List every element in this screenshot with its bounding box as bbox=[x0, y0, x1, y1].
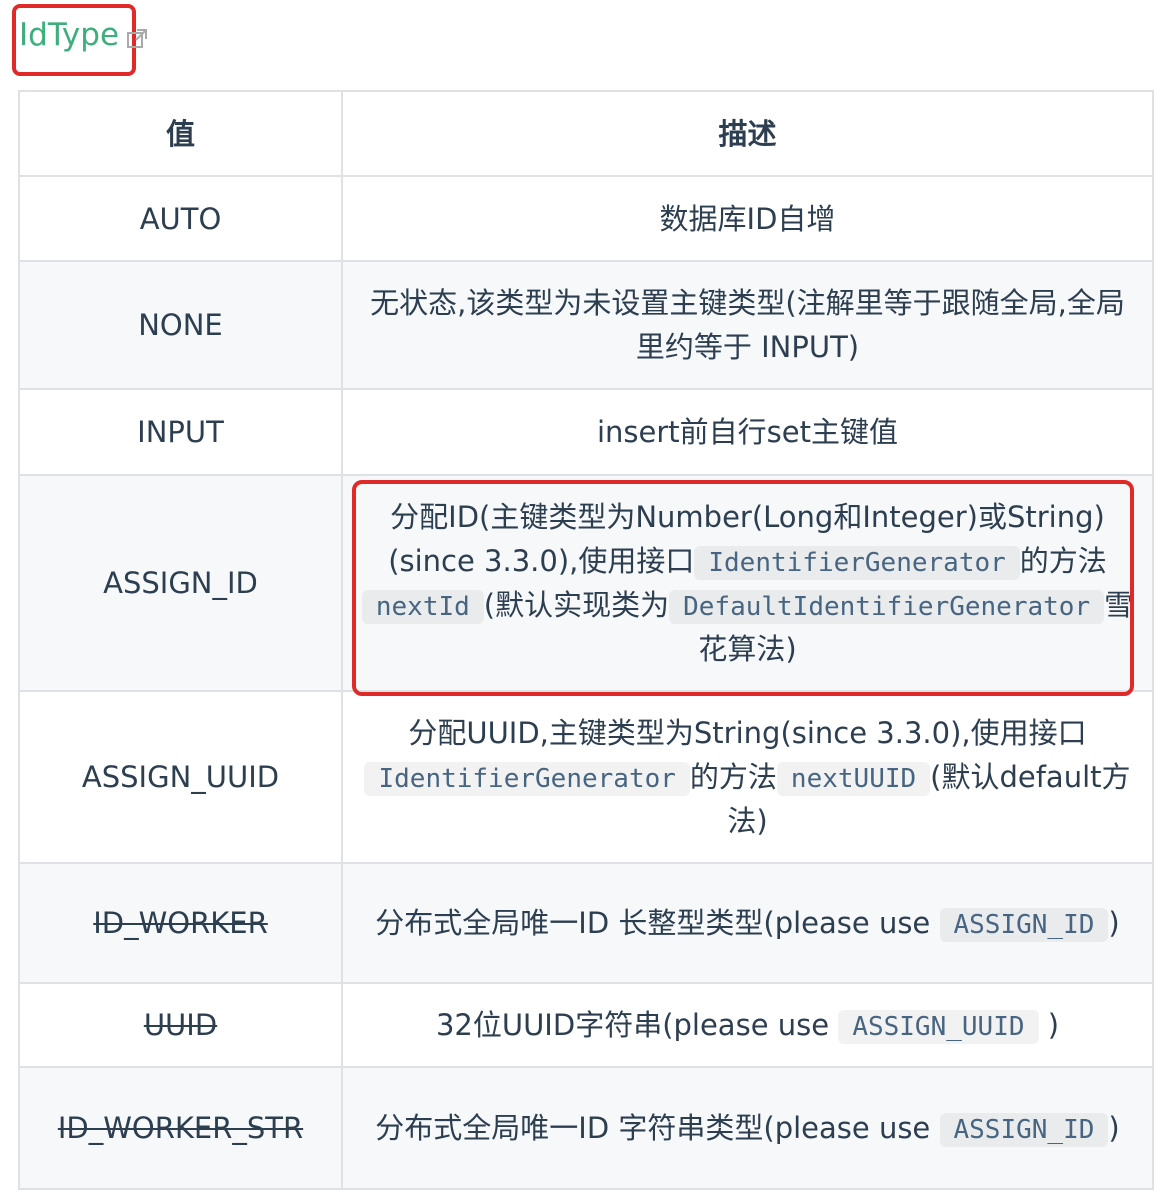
idtype-table: 值 描述 AUTO 数据库ID自增 NONE 无状态,该类型为未设置主键类型(注… bbox=[18, 90, 1154, 1190]
description-text: 的方法 bbox=[1019, 544, 1107, 578]
header-description: 描述 bbox=[341, 90, 1154, 177]
inline-code: nextId bbox=[361, 590, 484, 624]
description-cell: 分配UUID,主键类型为String(since 3.3.0),使用接口 Iden… bbox=[341, 690, 1154, 864]
value-cell: ASSIGN_ID bbox=[18, 474, 343, 692]
idtype-link[interactable]: IdType bbox=[19, 20, 119, 51]
table-row: AUTO 数据库ID自增 bbox=[18, 175, 1154, 262]
description-cell: 分布式全局唯一ID 字符串类型(please use ASSIGN_ID) bbox=[341, 1066, 1154, 1190]
description-text: 的方法 bbox=[689, 760, 777, 794]
inline-code: ASSIGN_UUID bbox=[838, 1010, 1039, 1044]
value-cell: ID_WORKER_STR bbox=[18, 1066, 343, 1190]
description-text: 32位UUID字符串(please use bbox=[435, 1008, 830, 1042]
header-value: 值 bbox=[18, 90, 343, 177]
description-cell: insert前自行set主键值 bbox=[341, 388, 1154, 476]
external-link-icon bbox=[127, 29, 147, 48]
value-cell: AUTO bbox=[18, 175, 343, 262]
table-row: ASSIGN_ID 分配ID(主键类型为Number(Long和Integer)… bbox=[18, 474, 1154, 692]
inline-code: nextUUID bbox=[776, 762, 931, 796]
description-text: 分配UUID,主键类型为String(since 3.3.0),使用接口 bbox=[408, 716, 1087, 750]
description-cell: 数据库ID自增 bbox=[341, 175, 1154, 262]
inline-code: DefaultIdentifierGenerator bbox=[669, 590, 1105, 624]
description-text: ) bbox=[1108, 1111, 1120, 1145]
value-cell: UUID bbox=[18, 982, 343, 1068]
value-cell: ID_WORKER bbox=[18, 862, 343, 984]
table-header-row: 值 描述 bbox=[18, 90, 1154, 177]
table-row: ASSIGN_UUID 分配UUID,主键类型为String(since 3.3… bbox=[18, 690, 1154, 864]
table-row: ID_WORKER 分布式全局唯一ID 长整型类型(please use ASS… bbox=[18, 862, 1154, 984]
table-row: INPUT insert前自行set主键值 bbox=[18, 388, 1154, 476]
inline-code: ASSIGN_ID bbox=[939, 908, 1109, 942]
value-cell: INPUT bbox=[18, 388, 343, 476]
value-cell: NONE bbox=[18, 260, 343, 390]
value-cell: ASSIGN_UUID bbox=[18, 690, 343, 864]
description-cell: 分布式全局唯一ID 长整型类型(please use ASSIGN_ID) bbox=[341, 862, 1154, 984]
inline-code: ASSIGN_ID bbox=[939, 1113, 1109, 1147]
table-row: NONE 无状态,该类型为未设置主键类型(注解里等于跟随全局,全局里约等于 IN… bbox=[18, 260, 1154, 390]
table-row: ID_WORKER_STR 分布式全局唯一ID 字符串类型(please use… bbox=[18, 1066, 1154, 1190]
description-cell: 无状态,该类型为未设置主键类型(注解里等于跟随全局,全局里约等于 INPUT) bbox=[341, 260, 1154, 390]
description-text: ) bbox=[1047, 1008, 1060, 1042]
description-text: 分布式全局唯一ID 长整型类型(please use bbox=[375, 906, 931, 940]
description-text: 分布式全局唯一ID 字符串类型(please use bbox=[375, 1111, 931, 1145]
description-cell: 分配ID(主键类型为Number(Long和Integer)或String)(s… bbox=[341, 474, 1154, 692]
table-row: UUID 32位UUID字符串(please use ASSIGN_UUID ) bbox=[18, 982, 1154, 1068]
inline-code: IdentifierGenerator bbox=[694, 546, 1020, 580]
description-text: ) bbox=[1108, 906, 1120, 940]
description-cell: 32位UUID字符串(please use ASSIGN_UUID ) bbox=[341, 982, 1154, 1068]
inline-code: IdentifierGenerator bbox=[364, 762, 690, 796]
description-text: (默认实现类为 bbox=[483, 588, 670, 622]
